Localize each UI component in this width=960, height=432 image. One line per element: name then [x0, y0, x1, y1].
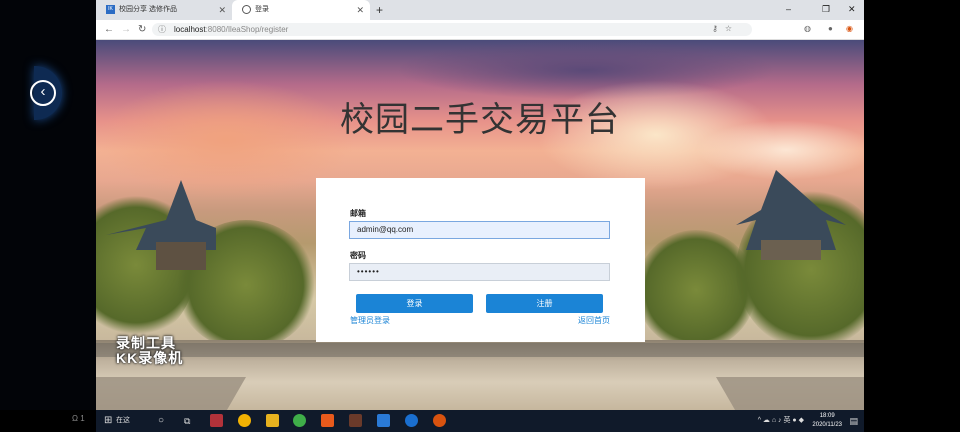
password-label: 密码: [350, 251, 366, 260]
browser-toolbar: ← → ↻ ⓘ localhost:8080/IleaShop/register…: [96, 20, 864, 40]
key-icon[interactable]: ⚷: [712, 24, 718, 33]
login-button[interactable]: 登录: [356, 294, 473, 313]
close-tab-icon[interactable]: ✕: [356, 0, 364, 20]
paving-right: [716, 377, 864, 410]
app-brown-icon[interactable]: [349, 414, 362, 427]
url-text: localhost:8080/IleaShop/register: [174, 25, 289, 34]
maximize-button[interactable]: ❐: [822, 0, 830, 18]
ime-indicator[interactable]: 英: [783, 417, 790, 424]
browser-window: IK 校园分享 选修作品 ✕ 登录 ✕ + – ❐ ✕ ← → ↻ ⓘ local…: [96, 0, 864, 410]
extension-icon[interactable]: ◍: [804, 24, 811, 33]
file-explorer-icon[interactable]: [266, 414, 279, 427]
info-icon[interactable]: ⓘ: [158, 24, 166, 35]
password-input[interactable]: ••••••: [349, 263, 610, 281]
tab-bar: IK 校园分享 选修作品 ✕ 登录 ✕ + – ❐ ✕: [96, 0, 864, 20]
app-blue-icon[interactable]: [377, 414, 390, 427]
task-view-icon[interactable]: ⧉: [184, 414, 190, 428]
road-strip: [96, 343, 864, 357]
windows-taskbar: ⊞ 在这 ○ ⧉ ^ ☁ ⌂ ♪ 英 ● ◆ 18:09 2020/11/23 …: [96, 410, 864, 432]
wechat-icon[interactable]: [293, 414, 306, 427]
kk-recorder-icon[interactable]: [405, 414, 418, 427]
page-viewport: 录制工具 KK录像机 校园二手交易平台 邮箱 admin@qq.com 密码 •…: [96, 40, 864, 410]
close-tab-icon[interactable]: ✕: [218, 0, 226, 20]
intellij-icon[interactable]: [210, 414, 223, 427]
minimize-button[interactable]: –: [786, 0, 791, 18]
recorder-watermark: 录制工具 KK录像机: [116, 336, 183, 366]
clock-time: 18:09: [819, 413, 835, 419]
email-label: 邮箱: [350, 209, 366, 218]
admin-login-link[interactable]: 管理员登录: [350, 315, 390, 326]
back-arrow-icon[interactable]: ←: [104, 23, 114, 36]
tab-campus-share[interactable]: IK 校园分享 选修作品 ✕: [96, 0, 232, 20]
tab-login[interactable]: 登录 ✕: [232, 0, 370, 20]
firefox-icon[interactable]: [433, 414, 446, 427]
notification-icon[interactable]: ▤: [849, 414, 858, 428]
collapse-panel-button[interactable]: ‹: [30, 66, 62, 120]
windows-start-icon[interactable]: ⊞: [104, 414, 112, 428]
star-icon[interactable]: ☆: [725, 24, 732, 33]
globe-icon: [242, 4, 251, 14]
player-left-panel: ‹: [0, 0, 96, 410]
profile-icon[interactable]: ●: [828, 24, 833, 33]
watermark-line1: 录制工具: [116, 335, 176, 351]
extension-fox-icon[interactable]: ◉: [846, 24, 853, 33]
close-window-button[interactable]: ✕: [848, 0, 856, 18]
pavilion-right: [736, 170, 846, 260]
tab-title: 校园分享 选修作品: [119, 6, 177, 13]
tab-favicon: IK: [106, 4, 115, 14]
paving-left: [96, 377, 246, 410]
player-right-panel: [864, 0, 960, 432]
app-orange-icon[interactable]: [321, 414, 334, 427]
system-tray[interactable]: ^ ☁ ⌂ ♪ 英 ● ◆: [758, 410, 804, 432]
player-caption: Ω 1: [72, 414, 85, 423]
watermark-line2: KK录像机: [116, 350, 184, 366]
cortana-icon[interactable]: ○: [158, 414, 164, 428]
page-title: 校园二手交易平台: [340, 101, 620, 139]
taskbar-search-text[interactable]: 在这: [116, 414, 130, 428]
tab-title: 登录: [255, 6, 269, 13]
back-home-link[interactable]: 返回首页: [578, 315, 610, 326]
email-input[interactable]: admin@qq.com: [349, 221, 610, 239]
register-button[interactable]: 注册: [486, 294, 603, 313]
pavilion-left: [106, 180, 216, 270]
taskbar-clock[interactable]: 18:09 2020/11/23: [812, 412, 842, 430]
chrome-icon[interactable]: [238, 414, 251, 427]
reload-icon[interactable]: ↻: [138, 23, 146, 36]
forward-arrow-icon[interactable]: →: [121, 23, 131, 36]
login-form-card: 邮箱 admin@qq.com 密码 •••••• 登录 注册 管理员登录 返回…: [316, 178, 645, 342]
new-tab-button[interactable]: +: [376, 0, 383, 20]
clock-date: 2020/11/23: [812, 422, 842, 428]
address-bar[interactable]: ⓘ localhost:8080/IleaShop/register ⚷ ☆: [152, 23, 752, 36]
chevron-left-icon: ‹: [30, 80, 56, 106]
